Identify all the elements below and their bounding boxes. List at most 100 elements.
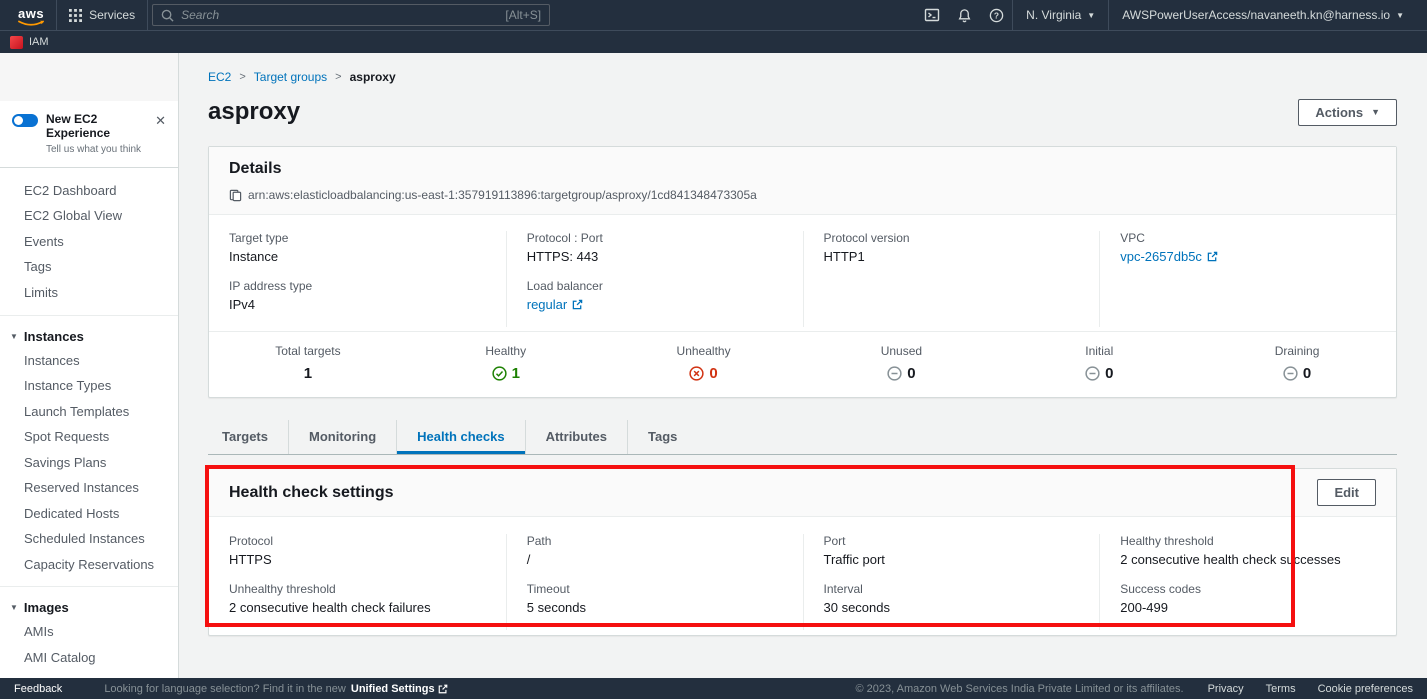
health-check-field-path: Path/ bbox=[527, 534, 783, 567]
sidebar-divider bbox=[0, 315, 178, 316]
sidebar-section-images[interactable]: ▼Images bbox=[0, 596, 178, 619]
field-value-text: HTTPS: 443 bbox=[527, 249, 599, 264]
language-hint: Looking for language selection? Find it … bbox=[104, 683, 447, 695]
field-label: VPC bbox=[1120, 231, 1376, 245]
sidebar-item-ec2-dashboard[interactable]: EC2 Dashboard bbox=[0, 178, 178, 204]
breadcrumb-target-groups[interactable]: Target groups bbox=[254, 70, 327, 84]
breadcrumb: EC2>Target groups>asproxy bbox=[208, 53, 1397, 84]
field-value-text: HTTP1 bbox=[824, 249, 865, 264]
field-value-text: regular bbox=[527, 297, 567, 312]
sidebar-item-launch-templates[interactable]: Launch Templates bbox=[0, 399, 178, 425]
sidebar-item-savings-plans[interactable]: Savings Plans bbox=[0, 450, 178, 476]
cloudshell-button[interactable] bbox=[916, 0, 948, 30]
sidebar-section-label: Instances bbox=[24, 329, 84, 344]
field-value-ip-address-type: IPv4 bbox=[229, 297, 486, 312]
new-experience-text: New EC2 Experience Tell us what you thin… bbox=[46, 112, 145, 155]
sidebar-item-capacity-reservations[interactable]: Capacity Reservations bbox=[0, 552, 178, 578]
language-hint-text: Looking for language selection? Find it … bbox=[104, 683, 346, 695]
stat-value: 0 bbox=[802, 365, 1000, 382]
field-value-target-type: Instance bbox=[229, 249, 486, 264]
stat-total-targets: Total targets1 bbox=[209, 344, 407, 382]
tab-attributes[interactable]: Attributes bbox=[525, 420, 627, 454]
field-value-text: IPv4 bbox=[229, 297, 255, 312]
field-value-unhealthy-threshold: 2 consecutive health check failures bbox=[229, 600, 486, 615]
page-header: asproxy Actions ▼ bbox=[208, 98, 1397, 126]
footer-link-terms[interactable]: Terms bbox=[1266, 683, 1296, 695]
services-menu-button[interactable]: Services bbox=[56, 0, 148, 30]
field-label: Interval bbox=[824, 582, 1080, 596]
details-fields: Target typeInstanceIP address typeIPv4Pr… bbox=[209, 215, 1396, 331]
account-menu[interactable]: AWSPowerUserAccess/navaneeth.kn@harness.… bbox=[1108, 0, 1417, 30]
chevron-down-icon: ▼ bbox=[1396, 11, 1404, 20]
sidebar-item-ec2-global-view[interactable]: EC2 Global View bbox=[0, 203, 178, 229]
tab-health-checks[interactable]: Health checks bbox=[396, 420, 524, 454]
sidebar-item-ami-catalog[interactable]: AMI Catalog bbox=[0, 645, 178, 671]
details-column: Protocol : PortHTTPS: 443 Load balancer re… bbox=[506, 231, 803, 327]
field-value-healthy-threshold: 2 consecutive health check successes bbox=[1120, 552, 1376, 567]
sidebar-item-reserved-instances[interactable]: Reserved Instances bbox=[0, 475, 178, 501]
tab-targets[interactable]: Targets bbox=[208, 420, 288, 454]
field-value-protocol-version: HTTP1 bbox=[824, 249, 1080, 264]
new-experience-toggle[interactable] bbox=[12, 114, 38, 127]
details-field-load-balancer: Load balancer regular bbox=[527, 279, 783, 312]
tab-monitoring[interactable]: Monitoring bbox=[288, 420, 396, 454]
sidebar-item-tags[interactable]: Tags bbox=[0, 254, 178, 280]
chevron-down-icon: ▼ bbox=[1371, 107, 1380, 117]
copy-icon[interactable] bbox=[229, 189, 242, 202]
sidebar-item-amis[interactable]: AMIs bbox=[0, 619, 178, 645]
details-field-protocol-port: Protocol : PortHTTPS: 443 bbox=[527, 231, 783, 264]
stat-unhealthy: Unhealthy0 bbox=[605, 344, 803, 382]
sidebar-item-instances[interactable]: Instances bbox=[0, 348, 178, 374]
field-value-interval: 30 seconds bbox=[824, 600, 1080, 615]
details-card: Details arn:aws:elasticloadbalancing:us-… bbox=[208, 146, 1397, 398]
chevron-down-icon: ▼ bbox=[1087, 11, 1095, 20]
favorite-iam[interactable]: IAM bbox=[10, 36, 49, 49]
field-value-text: 30 seconds bbox=[824, 600, 891, 615]
field-label: Success codes bbox=[1120, 582, 1376, 596]
favorite-label: IAM bbox=[29, 36, 49, 48]
edit-button[interactable]: Edit bbox=[1317, 479, 1376, 506]
close-icon[interactable]: ✕ bbox=[153, 112, 168, 129]
region-label: N. Virginia bbox=[1026, 8, 1081, 22]
sidebar-item-limits[interactable]: Limits bbox=[0, 280, 178, 306]
actions-button[interactable]: Actions ▼ bbox=[1298, 99, 1397, 126]
footer-links: Privacy Terms Cookie preferences bbox=[1208, 683, 1413, 695]
feedback-link[interactable]: Feedback bbox=[14, 683, 62, 695]
unified-settings-label: Unified Settings bbox=[351, 683, 435, 695]
health-check-field-success-codes: Success codes200-499 bbox=[1120, 582, 1376, 615]
breadcrumb-separator: > bbox=[239, 71, 245, 83]
health-check-column: ProtocolHTTPSUnhealthy threshold2 consec… bbox=[209, 534, 506, 630]
footer-link-cookie-preferences[interactable]: Cookie preferences bbox=[1318, 683, 1413, 695]
field-value-vpc[interactable]: vpc-2657db5c bbox=[1120, 249, 1376, 264]
sidebar-item-instance-types[interactable]: Instance Types bbox=[0, 373, 178, 399]
sidebar-item-events[interactable]: Events bbox=[0, 229, 178, 255]
main-content: EC2>Target groups>asproxy asproxy Action… bbox=[179, 53, 1427, 678]
stat-label: Healthy bbox=[407, 344, 605, 358]
new-experience-feedback-link[interactable]: Tell us what you think bbox=[46, 144, 145, 155]
field-label: Load balancer bbox=[527, 279, 783, 293]
target-health-summary: Total targets1Healthy1Unhealthy0Unused0I… bbox=[209, 331, 1396, 397]
field-value-load-balancer[interactable]: regular bbox=[527, 297, 783, 312]
global-search-input[interactable]: Search [Alt+S] bbox=[152, 4, 550, 26]
aws-logo[interactable]: aws bbox=[6, 4, 56, 27]
region-selector[interactable]: N. Virginia ▼ bbox=[1012, 0, 1108, 30]
breadcrumb-ec2[interactable]: EC2 bbox=[208, 70, 231, 84]
health-check-card: Health check settings Edit ProtocolHTTPS… bbox=[208, 468, 1397, 636]
sidebar-section-instances[interactable]: ▼ Instances bbox=[0, 325, 178, 348]
sidebar-item-spot-requests[interactable]: Spot Requests bbox=[0, 424, 178, 450]
tab-tags[interactable]: Tags bbox=[627, 420, 697, 454]
details-field-protocol-version: Protocol versionHTTP1 bbox=[824, 231, 1080, 264]
health-check-field-interval: Interval 30 seconds bbox=[824, 582, 1080, 615]
notifications-button[interactable] bbox=[948, 0, 980, 30]
unified-settings-link[interactable]: Unified Settings bbox=[351, 683, 448, 695]
toggle-knob bbox=[14, 116, 23, 125]
health-check-fields: ProtocolHTTPSUnhealthy threshold2 consec… bbox=[209, 517, 1396, 635]
help-icon: ? bbox=[989, 8, 1004, 23]
neutral-status-icon bbox=[1085, 366, 1100, 381]
sidebar-item-scheduled-instances[interactable]: Scheduled Instances bbox=[0, 526, 178, 552]
footer-link-privacy[interactable]: Privacy bbox=[1208, 683, 1244, 695]
chevron-down-icon: ▼ bbox=[10, 332, 18, 341]
details-column: VPC vpc-2657db5c bbox=[1099, 231, 1396, 327]
sidebar-item-dedicated-hosts[interactable]: Dedicated Hosts bbox=[0, 501, 178, 527]
help-button[interactable]: ? bbox=[980, 0, 1012, 30]
